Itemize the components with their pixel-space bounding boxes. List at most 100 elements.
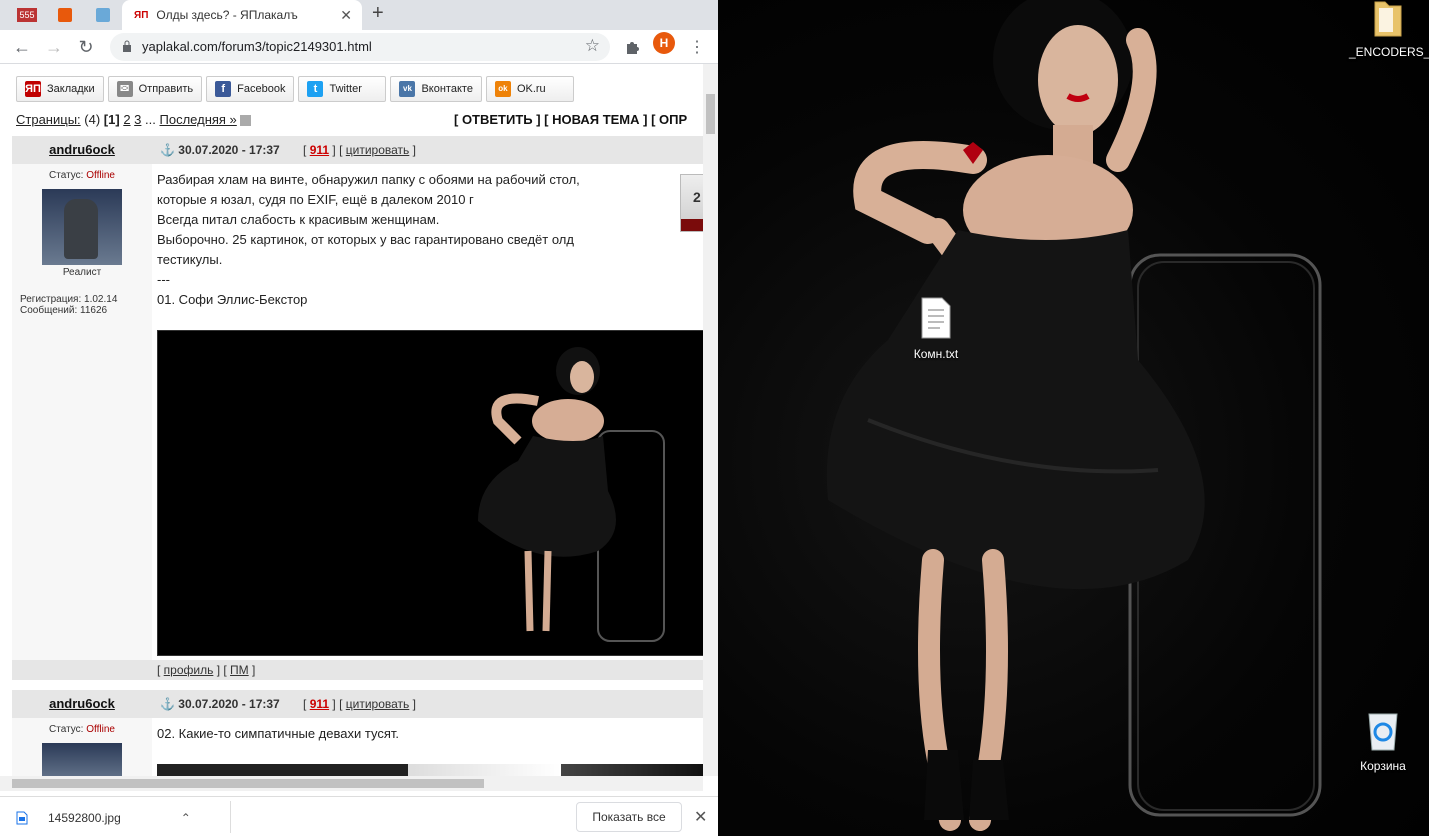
pm-link[interactable]: ПМ: [230, 663, 249, 677]
recycle-bin-icon: [1368, 713, 1398, 751]
post-header: andru6ock ⚓ 30.07.2020 - 17:37 [ 911 ] […: [12, 136, 703, 164]
download-item[interactable]: 14592800.jpg ⌃: [16, 805, 191, 831]
page-jump-icon[interactable]: [240, 115, 252, 127]
tab-strip: 555 ЯП Олды здесь? - ЯПлакалъ ✕ +: [0, 0, 718, 30]
share-label: OK.ru: [516, 83, 546, 95]
post-date: 30.07.2020 - 17:37: [178, 697, 280, 711]
pages-label-link[interactable]: Страницы:: [16, 112, 81, 127]
post-author-link[interactable]: andru6ock: [12, 142, 152, 157]
pinned-tab-555[interactable]: 555: [8, 0, 46, 30]
forward-button[interactable]: →: [42, 35, 66, 59]
author-messages: Сообщений: 11626: [20, 305, 108, 316]
desktop-icon-label: _ENCODERS_: [1349, 45, 1429, 59]
share-vk-button[interactable]: vk Вконтакте: [390, 76, 482, 102]
page-link-2[interactable]: 2: [123, 112, 130, 127]
extensions-puzzle-icon[interactable]: [620, 35, 644, 59]
post-author-link[interactable]: andru6ock: [12, 696, 152, 711]
page-link-last[interactable]: Последняя »: [160, 112, 237, 127]
post-rating[interactable]: 911: [310, 143, 329, 157]
post-image[interactable]: [157, 764, 703, 776]
share-label: Вконтакте: [421, 83, 473, 95]
quote-link[interactable]: цитировать: [346, 143, 410, 157]
bookmark-star-icon[interactable]: ☆: [585, 36, 600, 56]
quote-link[interactable]: цитировать: [346, 697, 410, 711]
post-body: 02. Какие-то симпатичные девахи тусят.: [157, 724, 637, 744]
pinned-tab-2[interactable]: [46, 0, 84, 30]
download-divider: [230, 801, 231, 833]
profile-link[interactable]: профиль: [164, 663, 214, 677]
desktop-icon-encoders[interactable]: _ENCODERS_: [1349, 0, 1429, 59]
post-footer: [ профиль ] [ ПМ ]: [12, 660, 703, 680]
share-ok-button[interactable]: ok OK.ru: [485, 76, 574, 102]
author-rank: Реалист: [62, 267, 102, 278]
post-rating[interactable]: 911: [310, 697, 329, 711]
show-all-button[interactable]: Показать все: [576, 802, 682, 832]
post-line: тестикулы.: [157, 252, 223, 267]
pages-ellipsis: ...: [145, 112, 156, 127]
vote-minus-button[interactable]: [681, 219, 703, 231]
browser-toolbar: ← → ↻ yaplakal.com/forum3/topic2149301.h…: [0, 30, 718, 64]
post-author-column: Статус: Offline Реалист Регистрация: 1.0…: [12, 164, 152, 660]
chevron-up-icon[interactable]: ⌃: [181, 811, 191, 825]
tab-favicon-icon: [58, 8, 72, 22]
yaplakal-icon: ЯП: [25, 81, 41, 97]
tab-favicon-icon: [96, 8, 110, 22]
facebook-icon: f: [215, 81, 232, 97]
close-icon[interactable]: ✕: [694, 807, 707, 827]
share-label: Facebook: [237, 83, 286, 95]
active-tab[interactable]: ЯП Олды здесь? - ЯПлакалъ ✕: [122, 0, 362, 30]
author-status: Статус: Offline: [12, 170, 152, 181]
share-send-button[interactable]: ✉ Отправить: [107, 76, 203, 102]
pages-count: (4): [84, 112, 101, 127]
address-bar[interactable]: yaplakal.com/forum3/topic2149301.html ☆: [110, 33, 610, 61]
profile-avatar[interactable]: H: [653, 32, 675, 54]
post-line: Выборочно. 25 картинок, от которых у вас…: [157, 232, 574, 247]
avatar-statue-shape: [64, 199, 98, 259]
vertical-scrollbar[interactable]: [703, 64, 718, 776]
page-current: [1]: [103, 112, 120, 127]
pinned-tab-3[interactable]: [84, 0, 122, 30]
download-filename: 14592800.jpg: [48, 811, 121, 825]
share-label: Twitter: [329, 83, 362, 95]
anchor-icon[interactable]: ⚓: [160, 143, 175, 157]
scrollbar-thumb[interactable]: [12, 779, 484, 788]
share-bar: ЯП Закладки ✉ Отправить f Facebook t Twitter…: [16, 76, 574, 102]
post-image[interactable]: [157, 330, 703, 656]
reload-button[interactable]: ↻: [74, 35, 98, 59]
mail-icon: ✉: [116, 81, 133, 97]
desktop-wallpaper: _ENCODERS_ Комн.txt Корзина: [718, 0, 1429, 836]
download-bar: 14592800.jpg ⌃ Показать все ✕: [0, 796, 718, 836]
scrollbar-thumb[interactable]: [706, 94, 715, 134]
post-header: andru6ock ⚓ 30.07.2020 - 17:37 [ 911 ] […: [12, 690, 703, 718]
tab-close-icon[interactable]: ✕: [340, 7, 352, 24]
post-line: Разбирая хлам на винте, обнаружил папку …: [157, 172, 580, 187]
page-viewport: ЯП Закладки ✉ Отправить f Facebook t Twitter…: [0, 64, 703, 776]
post-line: которые я юзал, судя по EXIF, ещё в дале…: [157, 192, 474, 207]
author-status: Статус: Offline: [12, 724, 152, 735]
menu-kebab-icon[interactable]: ⋮: [685, 35, 709, 59]
status-value: Offline: [86, 170, 115, 181]
url-text: yaplakal.com/forum3/topic2149301.html: [142, 39, 372, 54]
back-button[interactable]: ←: [10, 35, 34, 59]
avatar[interactable]: [42, 743, 122, 776]
share-twitter-button[interactable]: t Twitter: [298, 76, 387, 102]
new-tab-button[interactable]: +: [372, 2, 384, 25]
topic-actions[interactable]: [ ОТВЕТИТЬ ] [ НОВАЯ ТЕМА ] [ ОПР: [454, 112, 687, 127]
anchor-icon[interactable]: ⚓: [160, 697, 175, 711]
author-registration: Регистрация: 1.02.14: [20, 294, 118, 305]
status-label: Статус:: [49, 724, 84, 735]
page-link-3[interactable]: 3: [134, 112, 141, 127]
share-facebook-button[interactable]: f Facebook: [206, 76, 295, 102]
wallpaper-image: [826, 0, 1322, 831]
browser-window: 555 ЯП Олды здесь? - ЯПлакалъ ✕ + ← → ↻ …: [0, 0, 718, 836]
vote-count: 2: [693, 189, 701, 205]
desktop-icon-komn-txt[interactable]: Комн.txt: [898, 296, 974, 361]
horizontal-scrollbar[interactable]: [0, 776, 703, 791]
desktop-icon-label: Комн.txt: [913, 347, 959, 361]
post-date: 30.07.2020 - 17:37: [178, 143, 280, 157]
share-bookmarks-button[interactable]: ЯП Закладки: [16, 76, 104, 102]
post-line: 02. Какие-то симпатичные девахи тусят.: [157, 726, 399, 741]
vote-box[interactable]: 2: [680, 174, 703, 232]
desktop-icon-recycle-bin[interactable]: Корзина: [1345, 708, 1421, 773]
avatar[interactable]: [42, 189, 122, 265]
